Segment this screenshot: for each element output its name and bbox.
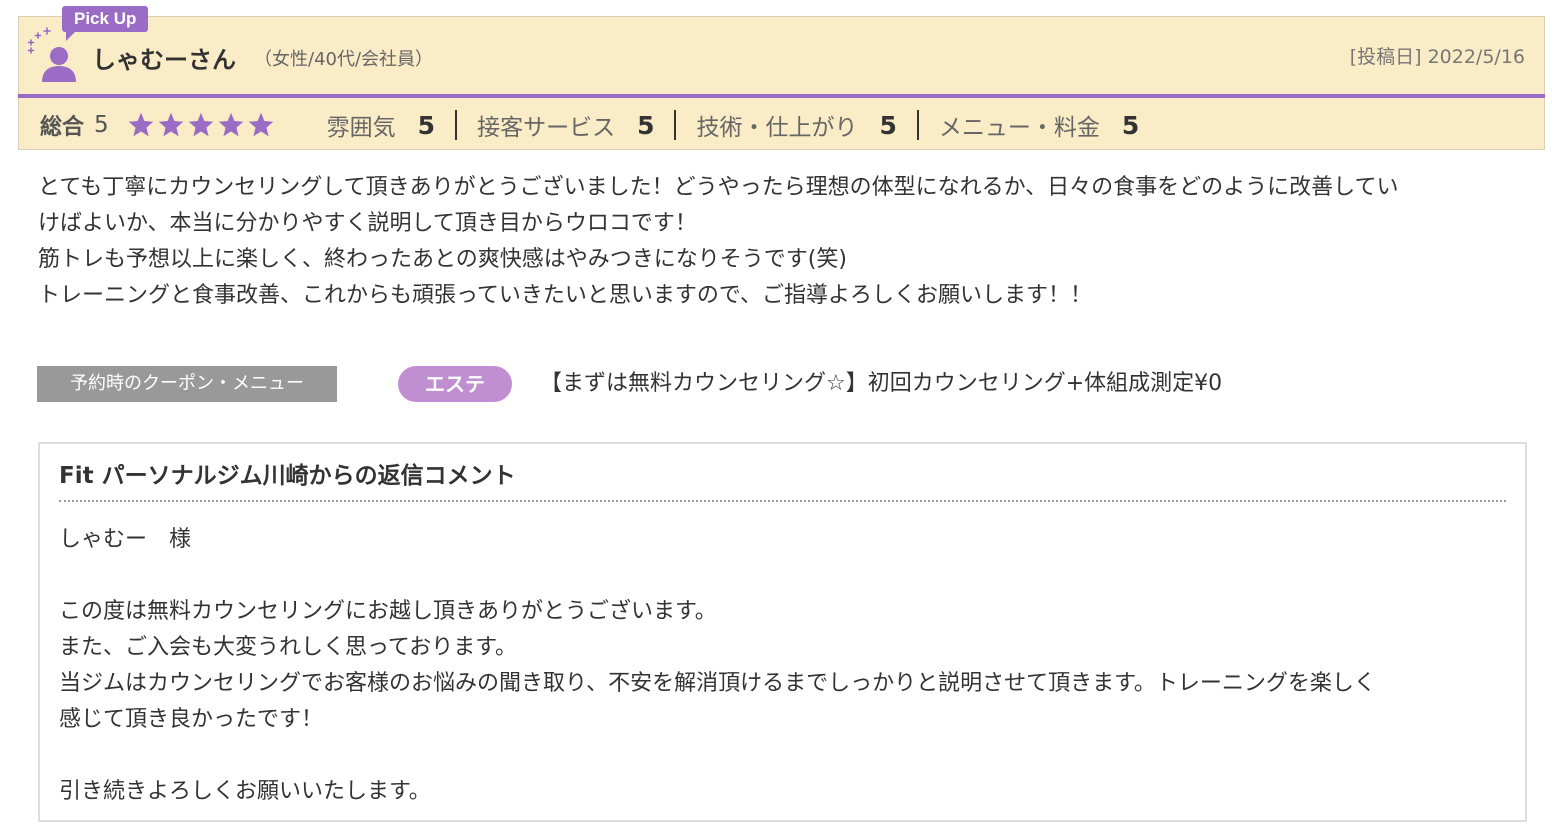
star-icon: [188, 112, 213, 137]
overall-score: 5: [94, 112, 109, 138]
star-icon: [218, 112, 243, 137]
category-badge: エステ: [398, 366, 512, 402]
rating-value: 5: [417, 110, 436, 140]
reply-divider: [59, 500, 1506, 502]
reply-line: 当ジムはカウンセリングでお客様のお悩みの聞き取り、不安を解消頂けるまでしっかりと…: [59, 671, 1376, 696]
reply-title: Fit パーソナルジム川崎からの返信コメント: [59, 463, 516, 489]
reviewer-name[interactable]: しゃむーさん: [92, 40, 236, 75]
rating-label: 接客サービス: [477, 115, 616, 141]
rating-separator: [916, 110, 919, 140]
reply-line: 感じて頂き良かったです！: [59, 707, 324, 732]
rating-separator: [674, 110, 677, 140]
reply-blank-line: [59, 558, 1499, 594]
reply-line: この度は無料カウンセリングにお越し頂きありがとうございます。: [59, 599, 717, 624]
reviewer-attributes: （女性/40代/会社員）: [254, 49, 434, 70]
reply-body: しゃむー 様 この度は無料カウンセリングにお越し頂きありがとうございます。 また…: [59, 522, 1499, 810]
rating-atmosphere: 雰囲気 5: [327, 108, 435, 142]
reply-line: 引き続きよろしくお願いいたします。: [59, 779, 431, 804]
coupon-label: 予約時のクーポン・メニュー: [37, 366, 337, 402]
review-line: とても丁寧にカウンセリングして頂きありがとうございました！どうやったら理想の体型…: [38, 175, 1399, 200]
coupon-link[interactable]: 【まずは無料カウンセリング☆】初回カウンセリング+体組成測定¥0: [540, 366, 1222, 402]
reply-box: Fit パーソナルジム川崎からの返信コメント しゃむー 様 この度は無料カウンセ…: [38, 442, 1527, 822]
ratings-row: 総合 5 雰囲気 5 接客サービス 5 技術・仕上がり 5 メニュー・料金 5: [40, 108, 1139, 142]
rating-value: 5: [879, 110, 897, 140]
header-divider: [18, 94, 1545, 98]
person-icon: [42, 47, 76, 82]
rating-separator: [455, 110, 458, 140]
review-line: トレーニングと食事改善、これからも頑張っていきたいと思いますので、ご指導よろしく…: [38, 283, 1093, 308]
star-rating: [127, 111, 277, 139]
post-date: [投稿日] 2022/5/16: [1349, 46, 1525, 68]
star-icon: [248, 112, 273, 137]
pickup-badge: Pick Up: [62, 6, 149, 41]
rating-label: 雰囲気: [326, 115, 396, 141]
overall-label: 総合: [40, 115, 85, 140]
rating-service: 接客サービス 5: [477, 108, 654, 142]
star-icon: [158, 112, 183, 137]
rating-menu-price: メニュー・料金 5: [939, 108, 1139, 142]
reply-line: しゃむー 様: [59, 527, 192, 552]
review-line: けばよいか、本当に分かりやすく説明して頂き目からウロコです！: [38, 211, 697, 236]
reply-line: また、ご入会も大変うれしく思っております。: [59, 635, 518, 660]
rating-value: 5: [1121, 110, 1140, 140]
review-line: 筋トレも予想以上に楽しく、終わったあとの爽快感はやみつきになりそうです(笑): [38, 247, 847, 272]
rating-label: 技術・仕上がり: [696, 115, 858, 141]
rating-technique: 技術・仕上がり 5: [696, 108, 896, 142]
reply-blank-line: [59, 738, 1499, 774]
rating-value: 5: [637, 110, 655, 140]
rating-label: メニュー・料金: [938, 115, 1100, 141]
star-icon: [128, 112, 153, 137]
review-body: とても丁寧にカウンセリングして頂きありがとうございました！どうやったら理想の体型…: [38, 170, 1528, 314]
